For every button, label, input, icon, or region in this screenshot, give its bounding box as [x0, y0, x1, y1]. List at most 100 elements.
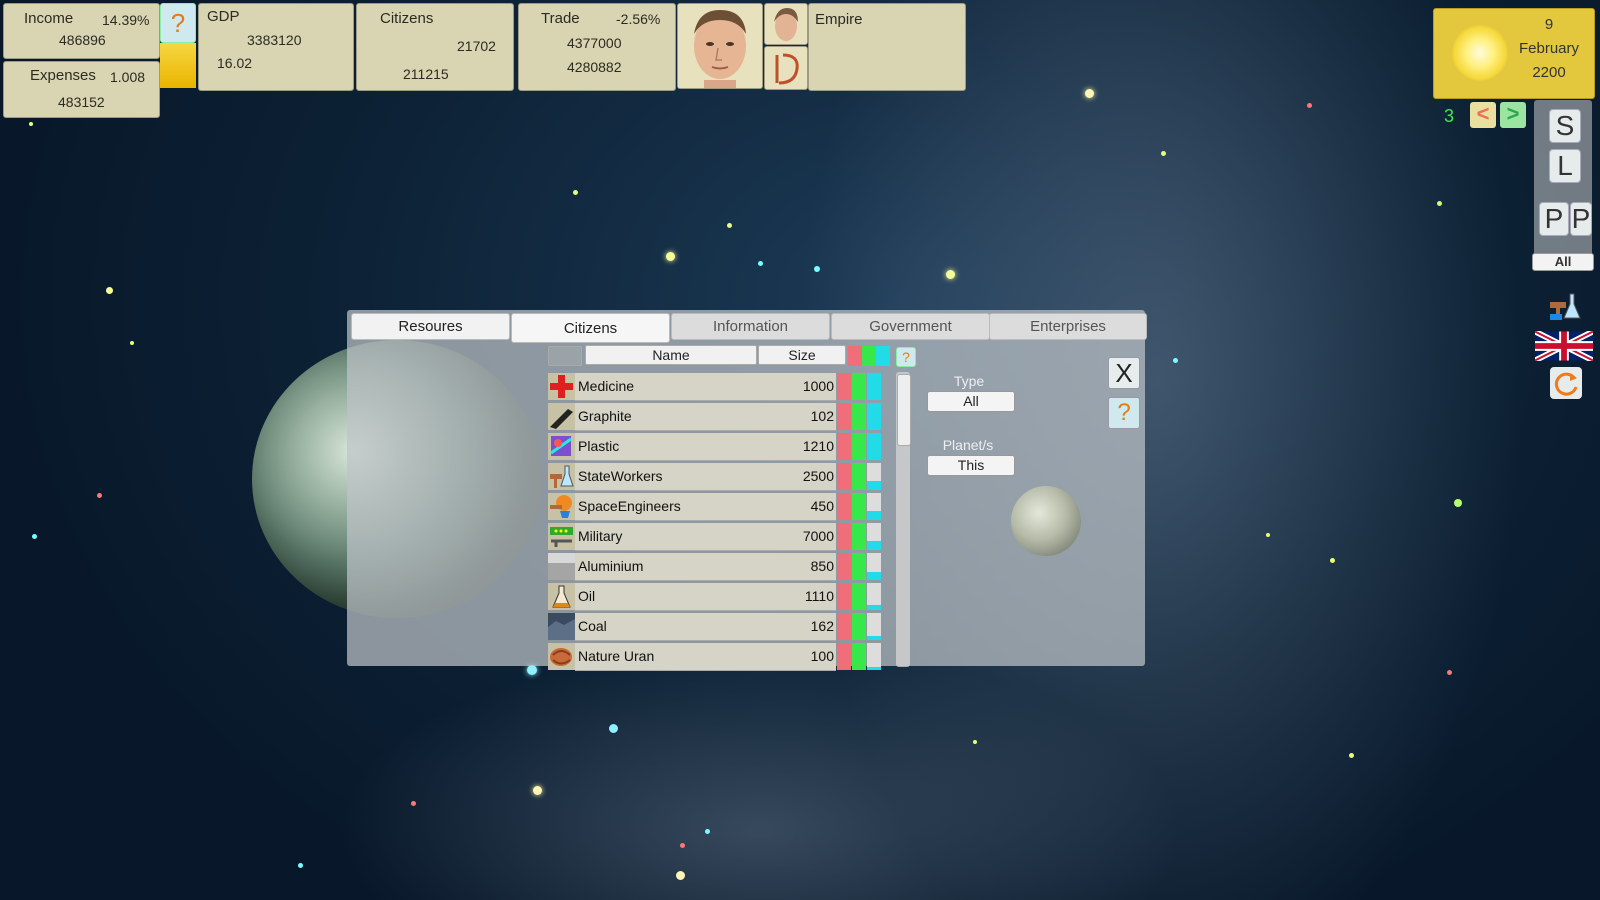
color-column-header[interactable] [848, 346, 892, 366]
row-size: 7000 [802, 528, 834, 544]
red-swatch [848, 346, 862, 366]
refresh-icon[interactable] [1550, 367, 1582, 399]
table-row[interactable]: Oil 1110 [548, 582, 891, 611]
row-red-bar [837, 523, 851, 550]
table-row[interactable]: Medicine 1000 [548, 372, 891, 401]
signature-portrait[interactable] [764, 46, 808, 90]
expenses-label: Expenses [30, 67, 96, 84]
tab-citizens[interactable]: Citizens [511, 313, 670, 343]
row-cyan-bar [867, 613, 881, 640]
star [106, 287, 113, 294]
sun-icon [1452, 25, 1508, 81]
expenses-ratio: 1.008 [110, 69, 146, 85]
star [814, 266, 820, 272]
row-name: Military [578, 528, 623, 544]
table-row[interactable]: Aluminium 850 [548, 552, 891, 581]
status-meter [160, 43, 196, 88]
row-red-bar [837, 613, 851, 640]
moon-planet[interactable] [1011, 486, 1081, 556]
next-button[interactable]: > [1500, 102, 1526, 128]
income-label: Income [24, 10, 74, 27]
gdp-panel[interactable]: GDP 3383120 16.02 [198, 3, 354, 91]
language-flag-icon[interactable] [1533, 328, 1595, 364]
advisor-portrait[interactable] [764, 3, 808, 45]
star [1437, 201, 1442, 206]
table-row[interactable]: Graphite 102 [548, 402, 891, 431]
save-button[interactable]: S [1549, 109, 1581, 143]
row-name: Plastic [578, 438, 620, 454]
graphite-icon [548, 403, 575, 430]
row-size: 1210 [802, 438, 834, 454]
row-red-bar [837, 553, 851, 580]
row-name: SpaceEngineers [578, 498, 681, 514]
row-cyan-bar [867, 493, 881, 520]
tab-enterprises[interactable]: Enterprises [989, 313, 1147, 340]
list-scrollbar[interactable] [896, 372, 911, 667]
star [680, 843, 685, 848]
star [130, 341, 134, 345]
scrollbar-thumb[interactable] [897, 374, 911, 446]
name-column-header[interactable]: Name [585, 345, 757, 365]
table-help-button[interactable]: ? [896, 347, 916, 367]
table-row[interactable]: Coal 162 [548, 612, 891, 641]
all-button[interactable]: All [1532, 253, 1594, 271]
aluminium-icon [548, 553, 575, 580]
leader-face-icon [678, 4, 762, 88]
empire-panel[interactable]: Empire [808, 3, 966, 91]
row-red-bar [837, 373, 851, 400]
expenses-panel[interactable]: Expenses 1.008 483152 [3, 61, 160, 118]
row-green-bar [852, 463, 866, 490]
table-row[interactable]: Military 7000 [548, 522, 891, 551]
size-column-header[interactable]: Size [758, 345, 846, 365]
close-button[interactable]: X [1108, 357, 1140, 389]
type-label: Type [953, 373, 985, 389]
window-help-button[interactable]: ? [1108, 397, 1140, 429]
row-name: Coal [578, 618, 607, 634]
icon-column-header[interactable] [548, 346, 582, 366]
star [758, 261, 763, 266]
load-button[interactable]: L [1549, 149, 1581, 183]
row-size: 2500 [802, 468, 834, 484]
planet-select[interactable]: This [927, 455, 1015, 476]
tab-information[interactable]: Information [671, 313, 830, 340]
planet-label: Planet/s [942, 437, 994, 453]
row-cyan-bar [867, 643, 881, 670]
star [527, 665, 537, 675]
citizens-label: Citizens [380, 10, 434, 27]
p-button-1[interactable]: P [1539, 202, 1569, 236]
row-green-bar [852, 493, 866, 520]
tab-government[interactable]: Government [831, 313, 990, 340]
row-green-bar [852, 643, 866, 670]
table-row[interactable]: Plastic 1210 [548, 432, 891, 461]
row-cyan-bar [867, 553, 881, 580]
date-display: 9 February 2200 [1433, 8, 1595, 99]
table-row[interactable]: SpaceEngineers 450 [548, 492, 891, 521]
star [946, 270, 955, 279]
research-icon[interactable] [1548, 288, 1582, 322]
star [29, 122, 33, 126]
help-button[interactable]: ? [160, 3, 196, 43]
citizens-panel[interactable]: Citizens 21702 211215 [356, 3, 514, 91]
trade-panel[interactable]: Trade -2.56% 4377000 4280882 [518, 3, 676, 91]
star [97, 493, 102, 498]
leader-portrait[interactable] [677, 3, 763, 89]
date-day: 9 [1544, 16, 1554, 33]
row-green-bar [852, 523, 866, 550]
prev-button[interactable]: < [1470, 102, 1496, 128]
state-workers-icon [548, 463, 575, 490]
row-name: Nature Uran [578, 648, 655, 664]
table-row[interactable]: Nature Uran 100 [548, 642, 891, 671]
table-row[interactable]: StateWorkers 2500 [548, 462, 891, 491]
citizens-value2: 211215 [403, 66, 449, 82]
trade-value2: 4280882 [567, 59, 622, 75]
income-panel[interactable]: Income 14.39% 486896 [3, 3, 160, 59]
p-button-2[interactable]: P [1570, 202, 1592, 236]
row-name: Graphite [578, 408, 632, 424]
star [32, 534, 37, 539]
star [298, 863, 303, 868]
gdp-label: GDP [207, 8, 240, 25]
star [676, 871, 685, 880]
row-green-bar [852, 403, 866, 430]
tab-resources[interactable]: Resoures [351, 313, 510, 340]
type-select[interactable]: All [927, 391, 1015, 412]
